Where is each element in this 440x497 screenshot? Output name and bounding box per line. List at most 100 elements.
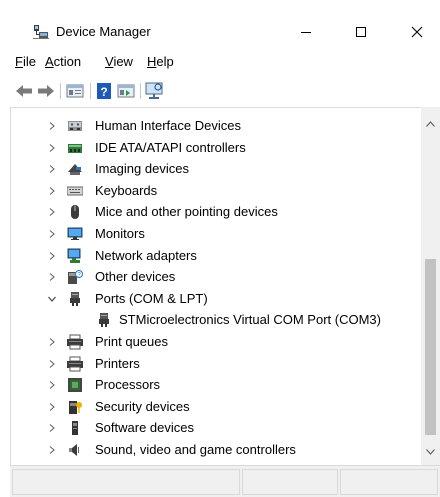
chevron-down-icon	[426, 449, 435, 455]
minimize-button[interactable]	[291, 18, 321, 46]
software-device-icon	[72, 421, 78, 436]
tree-item-label: Print queues	[95, 334, 168, 349]
device-manager-app-icon	[33, 25, 49, 39]
tree-item-label: Ports (COM & LPT)	[95, 290, 208, 306]
other-devices-icon: ?	[68, 270, 83, 285]
tree-category-item[interactable]: Network adapters	[11, 245, 421, 267]
forward-button[interactable]	[36, 81, 56, 101]
chevron-right-icon[interactable]	[47, 251, 57, 261]
monitor-icon	[145, 82, 163, 99]
menu-file-rest: ile	[22, 54, 36, 69]
help-icon: ?	[97, 83, 111, 99]
maximize-button[interactable]	[346, 18, 376, 46]
tree-category-item[interactable]: Processors	[11, 374, 421, 396]
tree-item-label: STMicroelectronics Virtual COM Port (COM…	[119, 312, 381, 328]
menu-action-hotkey: A	[45, 54, 54, 69]
chevron-right-icon[interactable]	[47, 380, 57, 390]
tree-item-label: Human Interface Devices	[95, 118, 241, 133]
tree-category-item[interactable]: Security devices	[11, 396, 421, 418]
menu-help-hotkey: H	[147, 54, 157, 69]
keyboard-icon	[67, 186, 83, 196]
help-button[interactable]: ?	[94, 81, 114, 101]
view-button[interactable]	[116, 81, 136, 101]
tree-item-label: Network adapters	[95, 247, 197, 263]
monitor-icon	[67, 227, 83, 240]
menu-help-rest: elp	[156, 54, 174, 69]
tree-child-item[interactable]: STMicroelectronics Virtual COM Port (COM…	[11, 309, 421, 331]
status-bar	[10, 465, 440, 497]
tree-category-item[interactable]: Software devices	[11, 417, 421, 439]
chevron-right-icon[interactable]	[47, 143, 57, 153]
tree-category-item[interactable]: IDE ATA/ATAPI controllers	[11, 137, 421, 159]
chevron-right-icon[interactable]	[47, 337, 57, 347]
menu-action[interactable]: Action	[45, 54, 81, 70]
hid-icon	[68, 121, 82, 131]
chevron-right-icon[interactable]	[47, 164, 57, 174]
tree-category-item[interactable]: Printers	[11, 353, 421, 375]
minimize-icon	[301, 32, 311, 33]
window-title: Device Manager	[56, 24, 151, 39]
maximize-icon	[356, 27, 366, 37]
mouse-icon	[71, 205, 79, 220]
menu-file[interactable]: File	[15, 54, 36, 70]
chevron-right-icon[interactable]	[47, 445, 57, 455]
tree-item-label: Monitors	[95, 226, 145, 241]
sound-icon	[69, 444, 79, 456]
menu-bar: File Action View Help	[0, 52, 440, 74]
tree-item-label: Sound, video and game controllers	[95, 442, 296, 457]
tree-item-label: Processors	[95, 377, 161, 393]
close-button[interactable]	[402, 18, 432, 46]
toolbar: ?	[0, 76, 440, 106]
back-button[interactable]	[14, 81, 34, 101]
tree-item-label: Printers	[95, 355, 140, 371]
network-adapter-icon	[67, 248, 81, 263]
tree-category-item[interactable]: Keyboards	[11, 180, 421, 202]
menu-help[interactable]: Help	[147, 54, 174, 70]
tree-category-item[interactable]: Ports (COM & LPT)	[11, 288, 421, 310]
status-cell	[340, 469, 438, 495]
tree-category-item[interactable]: Print queues	[11, 331, 421, 353]
title-bar[interactable]: Device Manager	[0, 0, 440, 58]
tree-item-label: IDE ATA/ATAPI controllers	[95, 139, 246, 155]
tree-item-label: Imaging devices	[95, 161, 189, 177]
menu-view-rest: iew	[113, 54, 133, 69]
vertical-scrollbar[interactable]	[421, 107, 440, 465]
menu-view[interactable]: View	[105, 54, 133, 70]
chevron-right-icon[interactable]	[47, 186, 57, 196]
chevron-right-icon[interactable]	[47, 121, 57, 131]
properties-button[interactable]	[65, 81, 85, 101]
tree-category-item[interactable]: Human Interface Devices	[11, 115, 421, 137]
chevron-right-icon[interactable]	[47, 229, 57, 239]
tree-category-item[interactable]: Imaging devices	[11, 158, 421, 180]
tree-category-item[interactable]: Monitors	[11, 223, 421, 245]
scan-hardware-button[interactable]	[144, 81, 164, 101]
chevron-right-icon[interactable]	[47, 359, 57, 369]
tree-category-item[interactable]: ? Other devices	[11, 266, 421, 288]
view-icon	[117, 84, 135, 98]
processor-icon	[68, 378, 82, 393]
device-manager-window: Device Manager File Action View Help ? H…	[0, 0, 440, 497]
chevron-right-icon[interactable]	[47, 423, 57, 433]
device-tree[interactable]: Human Interface Devices IDE ATA/ATAPI con…	[10, 107, 440, 465]
svg-text:?: ?	[100, 85, 107, 99]
chevron-right-icon[interactable]	[47, 402, 57, 412]
toolbar-separator	[140, 83, 141, 99]
back-arrow-icon	[16, 85, 32, 97]
tree-category-item[interactable]: Sound, video and game controllers	[11, 439, 421, 461]
ide-controller-icon	[68, 143, 82, 153]
scroll-up-button[interactable]	[421, 117, 440, 131]
tree-category-item[interactable]: Mice and other pointing devices	[11, 201, 421, 223]
scroll-down-button[interactable]	[421, 445, 440, 459]
chevron-down-icon[interactable]	[47, 294, 57, 304]
chevron-right-icon[interactable]	[47, 207, 57, 217]
menu-file-hotkey: F	[15, 54, 23, 69]
scrollbar-thumb[interactable]	[425, 259, 436, 435]
close-icon	[411, 26, 423, 38]
status-cell	[242, 469, 338, 495]
chevron-right-icon[interactable]	[47, 272, 57, 282]
status-cell	[12, 469, 240, 495]
properties-icon	[66, 84, 84, 98]
menu-action-rest: ction	[53, 54, 82, 69]
toolbar-separator	[90, 83, 91, 99]
security-icon	[69, 400, 82, 414]
